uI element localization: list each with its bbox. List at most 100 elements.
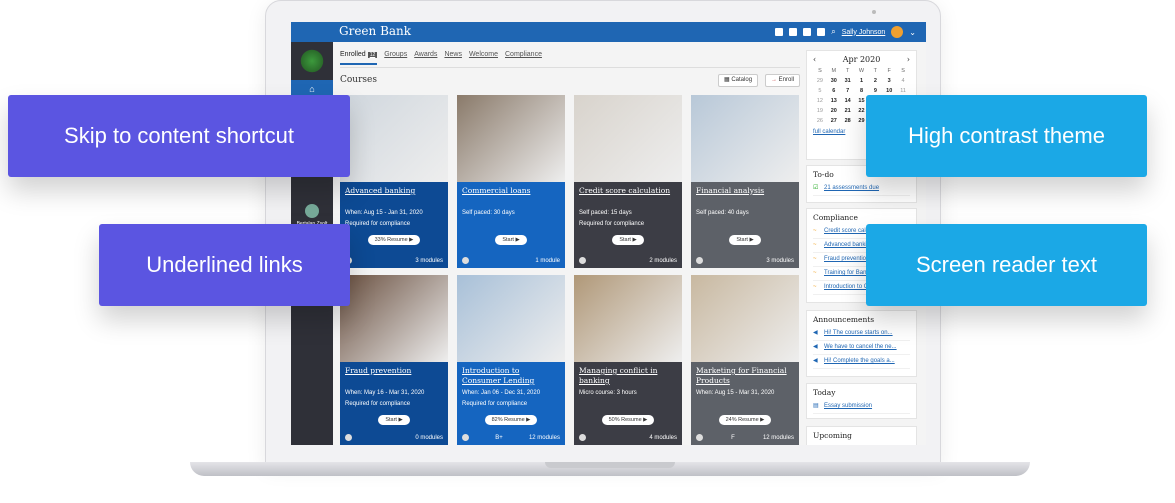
announcement-item[interactable]: ◀ Hi! Complete the goals a...: [813, 355, 910, 369]
course-title-link[interactable]: Marketing for Financial Products: [691, 362, 799, 390]
course-action-button[interactable]: Start ▶: [495, 235, 527, 245]
user-link[interactable]: Sally Johnson: [842, 29, 886, 36]
module-count: 12 modules: [528, 434, 560, 441]
status-icon: [579, 434, 586, 441]
tab-compliance[interactable]: Compliance: [505, 51, 542, 65]
calendar-day[interactable]: 4: [896, 78, 910, 84]
trend-icon: ~: [813, 284, 817, 290]
tab-awards[interactable]: Awards: [414, 51, 437, 65]
calendar-day[interactable]: 8: [855, 88, 869, 94]
course-card[interactable]: Credit score calculation Self paced: 15 d…: [574, 95, 682, 268]
today-title: Today: [813, 388, 836, 397]
tab-welcome[interactable]: Welcome: [469, 51, 498, 65]
course-image[interactable]: [340, 95, 448, 182]
course-card[interactable]: Fraud prevention When: May 16 - Mar 31, 2…: [340, 275, 448, 445]
announcements-title: Announcements: [813, 315, 875, 324]
tab-enrolled[interactable]: Enrolled 12: [340, 51, 378, 65]
calendar-day[interactable]: 7: [841, 88, 855, 94]
tab-enrolled[interactable]: Enrolled: [340, 51, 366, 58]
avatar[interactable]: [891, 26, 904, 38]
course-title-link[interactable]: Credit score calculation: [574, 182, 682, 210]
calendar-day[interactable]: 28: [841, 118, 855, 124]
calendar-day[interactable]: 3: [882, 78, 896, 84]
calendar-day[interactable]: 2: [868, 78, 882, 84]
course-image[interactable]: [691, 95, 799, 182]
course-action-button[interactable]: 82% Resume ▶: [484, 415, 538, 425]
calendar-day[interactable]: 26: [813, 118, 827, 124]
course-title-link[interactable]: Commercial loans: [457, 182, 565, 210]
course-image[interactable]: [691, 275, 799, 362]
calendar-day[interactable]: 9: [868, 88, 882, 94]
calendar-day[interactable]: 13: [827, 98, 841, 104]
course-title-link[interactable]: Managing conflict in banking: [574, 362, 682, 390]
course-card[interactable]: Financial analysis Self paced: 40 days Sta…: [691, 95, 799, 268]
weekday-label: S: [901, 68, 905, 74]
tree-logo-icon[interactable]: [299, 48, 325, 74]
course-action-button[interactable]: 24% Resume ▶: [718, 415, 772, 425]
calendar-icon[interactable]: [803, 28, 812, 36]
page-title: Courses: [340, 75, 377, 85]
catalog-button[interactable]: ▦ Catalog: [718, 74, 759, 87]
chevron-right-icon[interactable]: ›: [907, 55, 910, 64]
course-card[interactable]: Commercial loans Self paced: 30 days Start…: [457, 95, 565, 268]
calendar-day[interactable]: 11: [896, 88, 910, 94]
course-card[interactable]: Introduction to Consumer Lending When: Ja…: [457, 275, 565, 445]
search-icon[interactable]: ⌕: [831, 27, 835, 37]
calendar-day[interactable]: 14: [841, 98, 855, 104]
course-card[interactable]: Advanced banking When: Aug 15 - Jan 31, 2…: [340, 95, 448, 268]
today-item[interactable]: ▤ Essay submission: [813, 400, 910, 414]
trend-icon: ~: [813, 256, 817, 262]
course-action-button[interactable]: Start ▶: [612, 235, 644, 245]
trend-icon: ~: [813, 242, 817, 248]
calendar-day[interactable]: 5: [813, 88, 827, 94]
todo-item[interactable]: ☑ 21 assessments due: [813, 182, 910, 196]
chevron-down-icon[interactable]: ⌄: [909, 28, 916, 37]
course-image[interactable]: [574, 275, 682, 362]
mail-icon[interactable]: [775, 28, 784, 36]
course-card[interactable]: Marketing for Financial Products When: Au…: [691, 275, 799, 445]
course-action-button[interactable]: 50% Resume ▶: [601, 415, 655, 425]
tab-bar: Enrolled 12 Groups Awards News Welcome Complia…: [340, 51, 542, 65]
course-action-button[interactable]: Start ▶: [729, 235, 761, 245]
course-action-button[interactable]: 33% Resume ▶: [367, 235, 421, 245]
module-count: 3 modules: [766, 257, 794, 264]
course-action-button[interactable]: Start ▶: [378, 415, 410, 425]
course-title-link[interactable]: Fraud prevention: [340, 362, 448, 390]
grade-label: B+: [495, 434, 503, 441]
course-title-link[interactable]: Financial analysis: [691, 182, 799, 210]
card-footer: 2 modules: [579, 257, 677, 264]
enroll-button[interactable]: → Enroll: [765, 74, 801, 87]
calendar-day[interactable]: 10: [882, 88, 896, 94]
course-image[interactable]: [574, 95, 682, 182]
calendar-day[interactable]: 19: [813, 108, 827, 114]
megaphone-icon: ◀: [813, 344, 818, 350]
course-requirement: Required for compliance: [462, 401, 528, 407]
avatar: [305, 204, 319, 218]
calendar-day[interactable]: 29: [813, 78, 827, 84]
calendar-day[interactable]: 21: [841, 108, 855, 114]
course-image[interactable]: [340, 275, 448, 362]
course-title-link[interactable]: Introduction to Consumer Lending: [457, 362, 565, 390]
megaphone-icon: ◀: [813, 330, 818, 336]
course-card[interactable]: Managing conflict in banking Micro course…: [574, 275, 682, 445]
announcement-item[interactable]: ◀ We have to cancel the ne...: [813, 341, 910, 355]
calendar-day[interactable]: 6: [827, 88, 841, 94]
calendar-day[interactable]: 12: [813, 98, 827, 104]
card-footer: 0 modules: [345, 434, 443, 441]
calendar-day[interactable]: 20: [827, 108, 841, 114]
course-image[interactable]: [457, 275, 565, 362]
calendar-day[interactable]: 1: [855, 78, 869, 84]
calendar-day[interactable]: 27: [827, 118, 841, 124]
compliance-title: Compliance: [813, 213, 858, 222]
course-title-link[interactable]: Advanced banking: [340, 182, 448, 210]
chevron-left-icon[interactable]: ‹: [813, 55, 816, 64]
card-footer: 1 module: [462, 257, 560, 264]
calendar-day[interactable]: 30: [827, 78, 841, 84]
calendar-day[interactable]: 31: [841, 78, 855, 84]
tab-news[interactable]: News: [444, 51, 462, 65]
bell-icon[interactable]: [789, 28, 798, 36]
tab-groups[interactable]: Groups: [384, 51, 407, 65]
course-image[interactable]: [457, 95, 565, 182]
announcement-item[interactable]: ◀ Hi! The course starts on...: [813, 327, 910, 341]
help-icon[interactable]: [817, 28, 826, 36]
